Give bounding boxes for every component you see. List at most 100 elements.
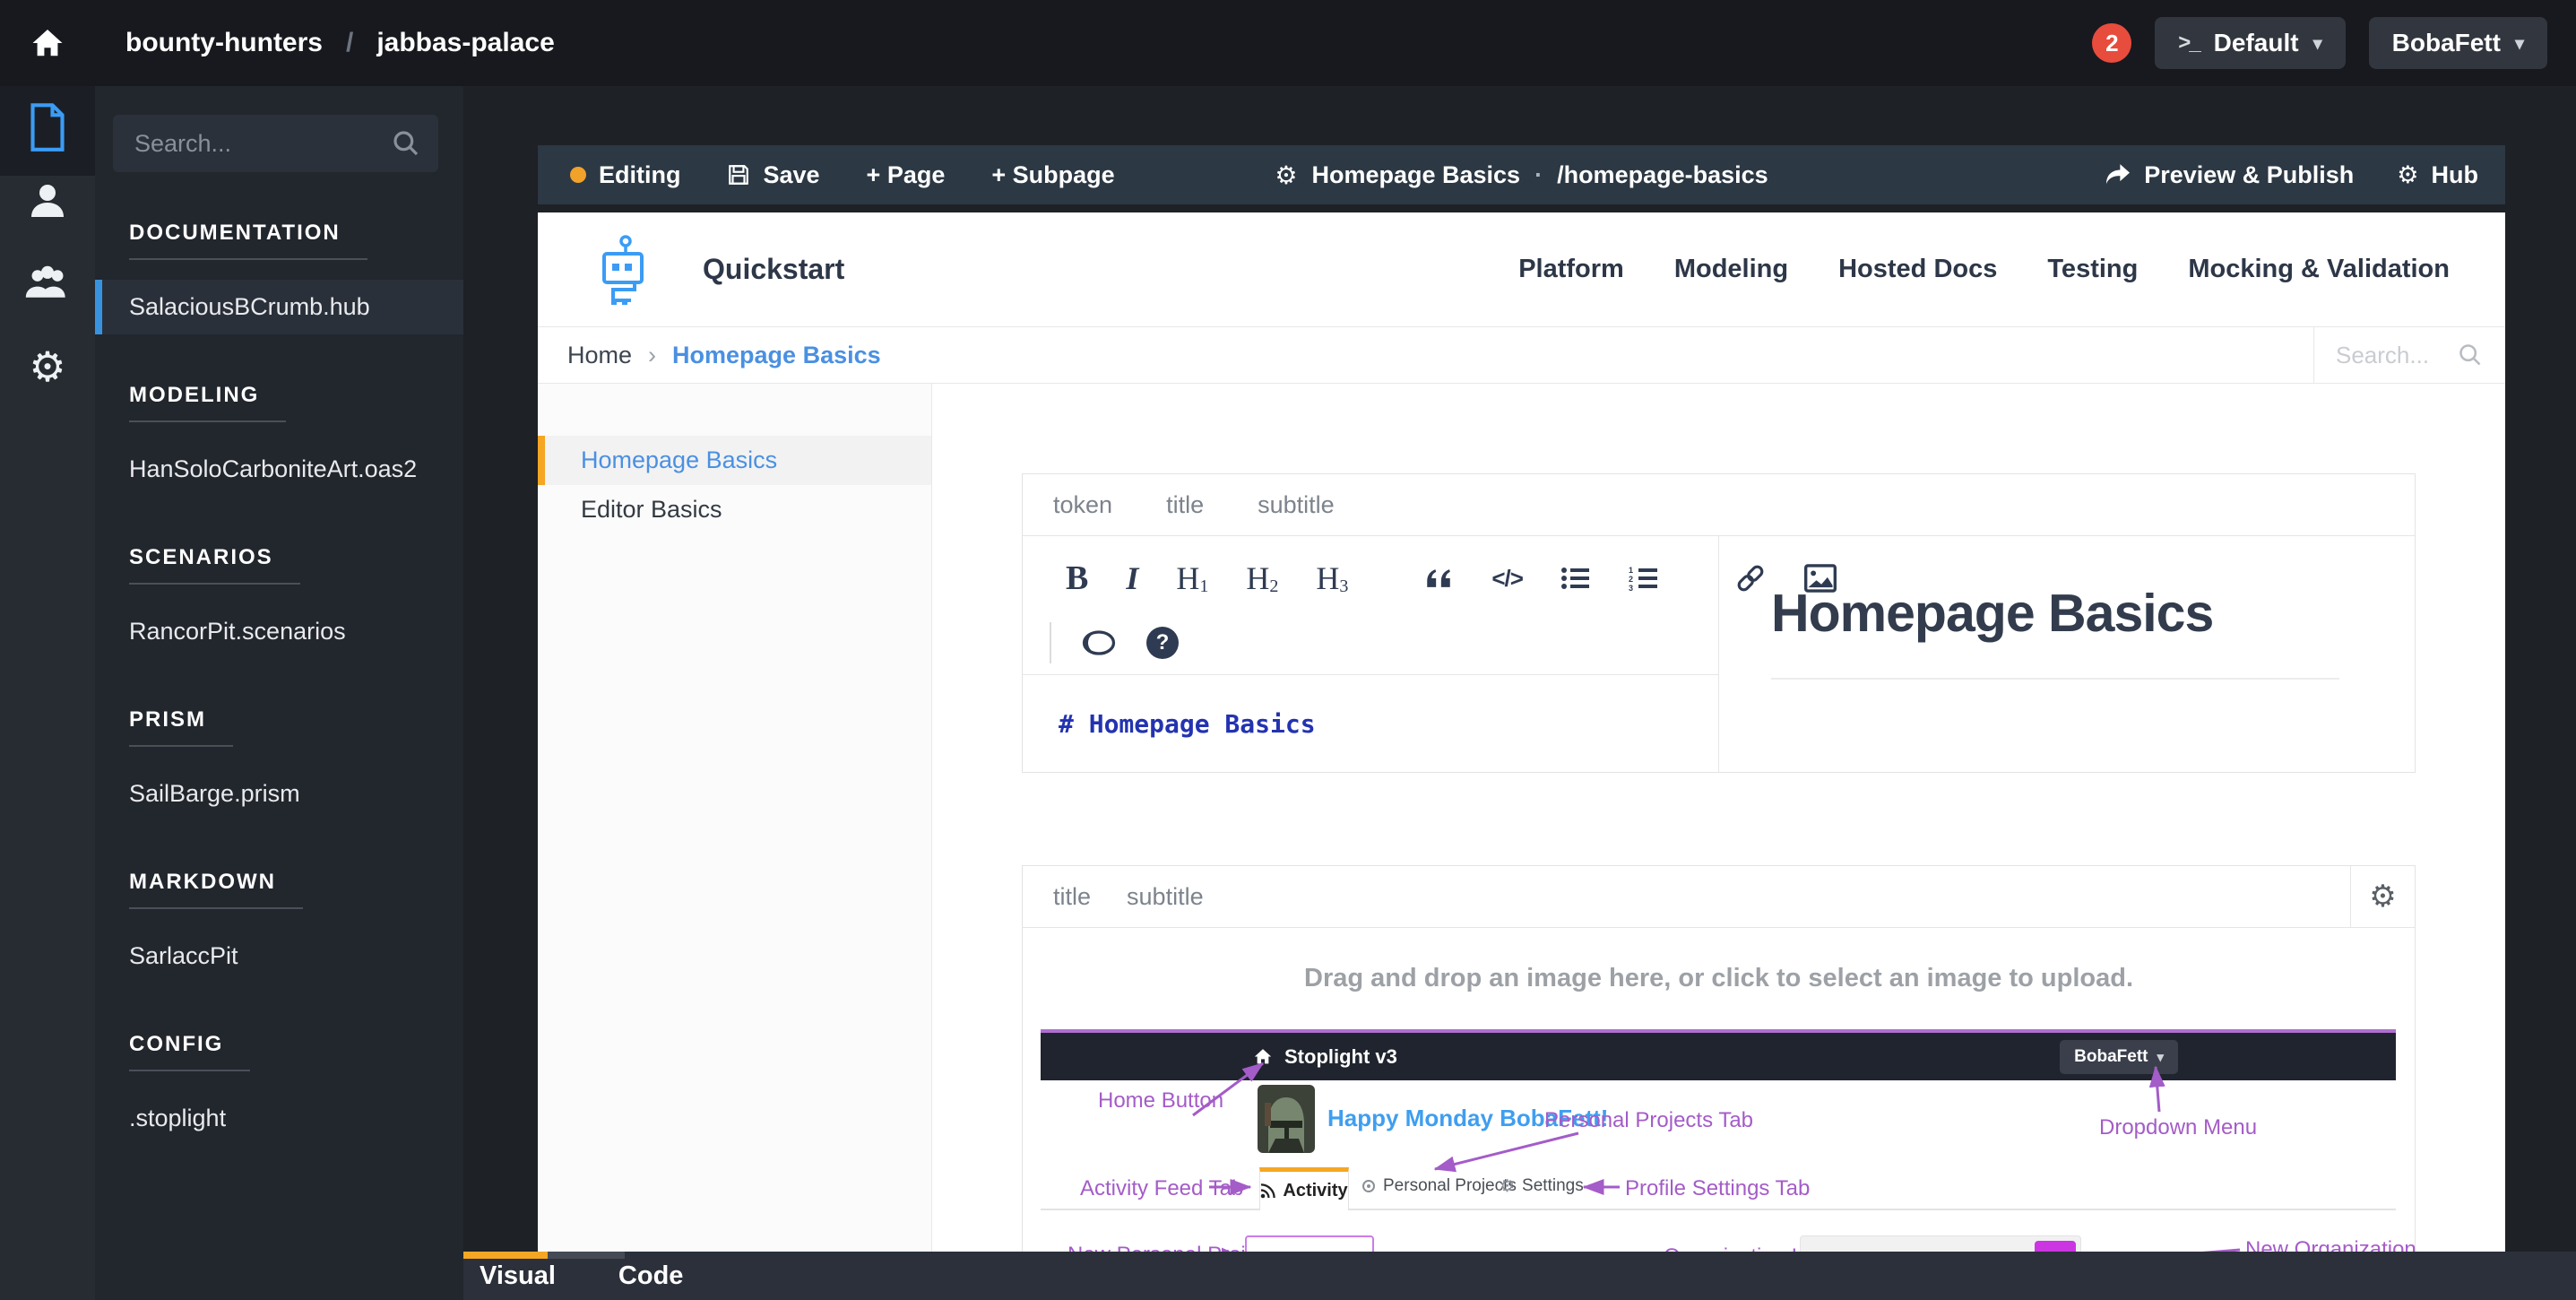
visual-mode-tab[interactable]: Visual — [480, 1261, 556, 1291]
save-button[interactable]: Save — [727, 161, 820, 189]
preview-publish-button[interactable]: Preview & Publish — [2105, 161, 2354, 189]
svg-text:1: 1 — [1629, 566, 1633, 575]
files-tab-button[interactable] — [0, 102, 95, 152]
sidebar-item-hansolocarboniteart-oas2[interactable]: HanSoloCarboniteArt.oas2 — [95, 442, 463, 497]
sidebar-search-input[interactable] — [113, 115, 438, 172]
person-icon — [26, 179, 69, 222]
blockquote-button[interactable] — [1423, 565, 1454, 592]
rss-icon — [1260, 1183, 1276, 1199]
search-icon — [2458, 342, 2483, 368]
edit-toolbar: Editing Save + Page + Subpage ⚙ Homepage… — [538, 145, 2505, 204]
add-subpage-button[interactable]: + Subpage — [991, 161, 1114, 189]
robot-logo-icon[interactable] — [593, 234, 653, 305]
sidebar-item-stoplight-config[interactable]: .stoplight — [95, 1091, 463, 1146]
hub-site-title[interactable]: Quickstart — [703, 253, 844, 286]
current-page-path[interactable]: /homepage-basics — [1557, 161, 1768, 189]
team-tab-button[interactable] — [0, 262, 95, 303]
hub-search-input[interactable] — [2336, 341, 2447, 369]
hub-button[interactable]: ⚙ Hub — [2397, 161, 2478, 189]
section-title-documentation: DOCUMENTATION — [129, 221, 367, 260]
annotation-home-button: Home Button — [1098, 1088, 1224, 1113]
notification-badge[interactable]: 2 — [2092, 23, 2132, 63]
user-dropdown[interactable]: BobaFett ▾ — [2368, 17, 2547, 69]
tab-subtitle[interactable]: subtitle — [1127, 883, 1204, 911]
code-mode-tab[interactable]: Code — [618, 1261, 684, 1291]
current-page-indicator: ⚙ Homepage Basics · /homepage-basics — [1275, 160, 1768, 190]
hub-breadcrumb-row: Home › Homepage Basics — [538, 327, 2505, 384]
text-widget-tabs: token title subtitle — [1023, 474, 2415, 536]
sidebar-item-sarlaccpit[interactable]: SarlaccPit — [95, 929, 463, 984]
preview-eye-button[interactable] — [1082, 628, 1116, 657]
svg-text:2: 2 — [1629, 575, 1633, 584]
image-widget-tabs: title subtitle ⚙ — [1023, 866, 2415, 928]
breadcrumb-separator: / — [345, 28, 354, 57]
environment-dropdown[interactable]: >_ Default ▾ — [2155, 17, 2346, 69]
caret-down-icon: ▾ — [2157, 1049, 2164, 1065]
heading1-button[interactable]: H1 — [1176, 559, 1208, 597]
nav-item-platform[interactable]: Platform — [1518, 255, 1624, 284]
file-sidebar: DOCUMENTATION SalaciousBCrumb.hub MODELI… — [95, 86, 463, 1300]
section-title-prism: PRISM — [129, 707, 234, 747]
help-button[interactable]: ? — [1146, 627, 1179, 659]
heading2-button[interactable]: H2 — [1246, 559, 1278, 597]
markdown-preview: Homepage Basics — [1719, 536, 2415, 773]
toc-item-homepage-basics[interactable]: Homepage Basics — [538, 436, 931, 485]
add-page-button[interactable]: + Page — [867, 161, 946, 189]
sidebar-item-rancorpit-scenarios[interactable]: RancorPit.scenarios — [95, 604, 463, 659]
tab-subtitle[interactable]: subtitle — [1258, 491, 1335, 519]
bold-button[interactable]: B — [1066, 559, 1088, 598]
embedded-navbar: Stoplight v3 BobaFett ▾ — [1041, 1033, 2396, 1080]
breadcrumb-current-page[interactable]: Homepage Basics — [672, 342, 881, 369]
settings-tab-button[interactable]: ⚙ — [0, 342, 95, 391]
home-icon — [1254, 1048, 1272, 1065]
icon-rail: ⚙ — [0, 86, 95, 1300]
avatar — [1258, 1085, 1315, 1153]
code-button[interactable]: </> — [1491, 565, 1524, 593]
home-button[interactable] — [0, 28, 95, 58]
breadcrumb-home-link[interactable]: Home — [567, 342, 632, 369]
project-icon — [1361, 1179, 1376, 1193]
project-link[interactable]: jabbas-palace — [376, 28, 554, 58]
nav-item-modeling[interactable]: Modeling — [1674, 255, 1788, 284]
environment-label: Default — [2213, 29, 2299, 56]
sidebar-item-sailbarge-prism[interactable]: SailBarge.prism — [95, 767, 463, 821]
annotation-profile-settings-tab: Profile Settings Tab — [1625, 1176, 1811, 1200]
current-page-title[interactable]: Homepage Basics — [1311, 161, 1520, 189]
tab-title[interactable]: title — [1053, 883, 1091, 911]
heading-rule — [1771, 678, 2339, 680]
nav-item-testing[interactable]: Testing — [2047, 255, 2138, 284]
image-dropzone[interactable]: Drag and drop an image here, or click to… — [1023, 928, 2415, 1029]
hub-search — [2313, 327, 2505, 383]
markdown-source[interactable]: # Homepage Basics — [1023, 674, 1718, 772]
embedded-tab-activity: Activity — [1259, 1167, 1349, 1210]
italic-button[interactable]: I — [1126, 559, 1138, 597]
sidebar-item-salaciousbcrumb-hub[interactable]: SalaciousBCrumb.hub — [95, 280, 463, 334]
section-title-scenarios: SCENARIOS — [129, 545, 300, 585]
ordered-list-button[interactable]: 123 — [1629, 565, 1659, 592]
hub-nav: Platform Modeling Hosted Docs Testing Mo… — [1518, 255, 2450, 284]
topbar-actions: 2 >_ Default ▾ BobaFett ▾ — [2092, 17, 2547, 69]
save-icon — [727, 163, 750, 186]
tab-token[interactable]: token — [1053, 491, 1112, 519]
markdown-editor: B I H1 H2 H3 </> 1 2 3 ? # Homepage Basi… — [1023, 536, 1837, 773]
section-title-config: CONFIG — [129, 1032, 251, 1071]
nav-item-mocking-validation[interactable]: Mocking & Validation — [2188, 255, 2450, 284]
org-link[interactable]: bounty-hunters — [125, 28, 323, 58]
hub-breadcrumb: Home › Homepage Basics — [567, 342, 881, 369]
preview-heading: Homepage Basics — [1771, 584, 2214, 643]
editor-mode-bar: Visual Code — [463, 1252, 2576, 1300]
sidebar-search — [113, 115, 438, 172]
nav-item-hosted-docs[interactable]: Hosted Docs — [1838, 255, 1997, 284]
tab-title[interactable]: title — [1166, 491, 1204, 519]
toc-item-editor-basics[interactable]: Editor Basics — [538, 485, 931, 534]
embedded-user-dropdown: BobaFett ▾ — [2060, 1039, 2178, 1074]
widget-settings-button[interactable]: ⚙ — [2350, 866, 2415, 927]
profile-tab-button[interactable] — [0, 179, 95, 222]
hub-site-header: Quickstart Platform Modeling Hosted Docs… — [538, 212, 2505, 327]
embedded-tab-personal-projects: Personal Projects — [1361, 1176, 1517, 1196]
annotation-personal-projects-tab: Personal Projects Tab — [1544, 1108, 1754, 1132]
embedded-brand: Stoplight v3 — [1254, 1045, 1397, 1069]
heading3-button[interactable]: H3 — [1316, 559, 1348, 597]
bullet-list-button[interactable] — [1560, 565, 1591, 592]
section-title-markdown: MARKDOWN — [129, 870, 303, 909]
